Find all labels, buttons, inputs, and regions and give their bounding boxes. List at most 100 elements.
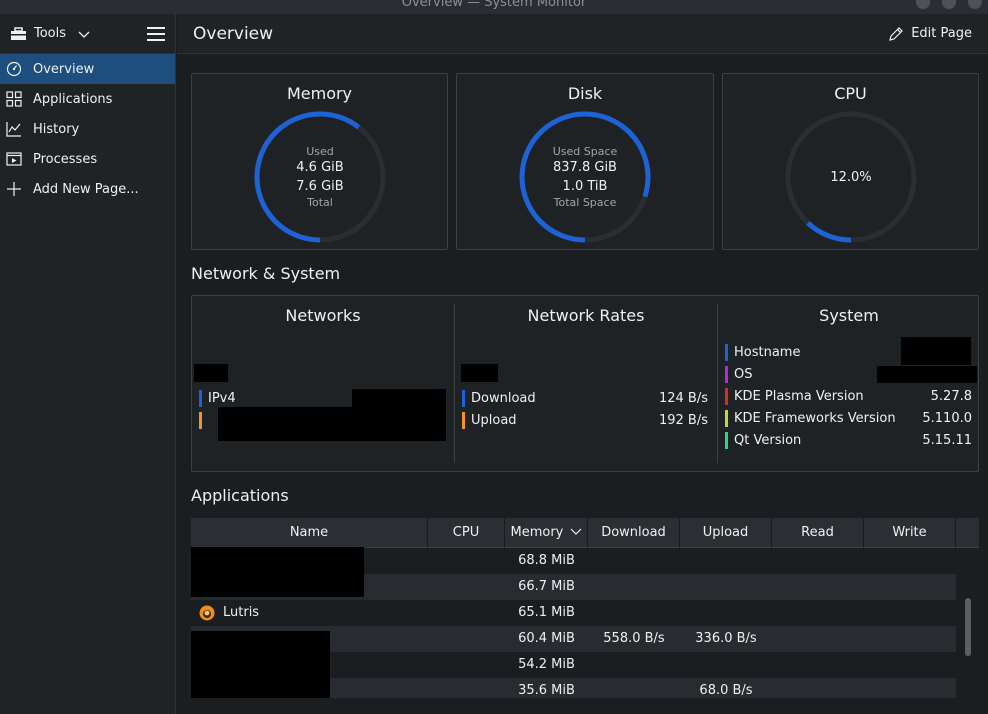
rate-row-value: 124 B/s — [658, 390, 708, 406]
page-header: Overview Edit Page — [177, 14, 988, 54]
system-row-frameworks: KDE Frameworks Version 5.110.0 — [725, 407, 972, 429]
cell-upload: 68.0 B/s — [699, 683, 753, 698]
system-row-plasma: KDE Plasma Version 5.27.8 — [725, 385, 972, 407]
edit-page-label: Edit Page — [911, 26, 972, 41]
lutris-icon — [199, 605, 215, 621]
disk-total-value: 1.0 TiB — [562, 179, 608, 194]
networks-column: Networks IPv4 — [192, 296, 454, 471]
redacted-block — [194, 364, 228, 382]
memory-total-value: 7.6 GiB — [296, 179, 344, 194]
window-title: Overview — System Monitor — [401, 0, 587, 10]
sidebar-item-history[interactable]: History — [0, 114, 175, 144]
plus-icon — [7, 182, 21, 196]
system-row-label: KDE Frameworks Version — [734, 410, 896, 426]
color-swatch — [725, 343, 728, 361]
system-row-label: Qt Version — [734, 432, 802, 448]
page-title: Overview — [193, 23, 274, 44]
memory-total-label: Total — [307, 196, 333, 209]
network-rates-title: Network Rates — [527, 306, 645, 325]
system-row-value: 5.110.0 — [922, 410, 972, 426]
cpu-card-title: CPU — [834, 84, 867, 103]
network-system-card: Networks IPv4 Network Rates Download 124… — [191, 295, 979, 472]
sidebar-toolbar: Tools — [0, 14, 175, 54]
column-header-read[interactable]: Read — [772, 518, 864, 548]
system-column: System Hostname OS KDE Plasma Version 5.… — [718, 296, 980, 471]
cpu-gauge: 12.0% — [785, 111, 917, 243]
cell-upload: 336.0 B/s — [695, 631, 757, 646]
column-header-write[interactable]: Write — [864, 518, 956, 548]
sidebar-item-label: Processes — [33, 151, 98, 167]
cell-memory: 66.7 MiB — [518, 579, 575, 594]
color-swatch — [462, 389, 465, 407]
window-titlebar: Overview — System Monitor — [0, 0, 988, 14]
rate-row-upload: Upload 192 B/s — [462, 409, 708, 431]
memory-used-value: 4.6 GiB — [296, 160, 344, 175]
color-swatch — [199, 411, 202, 429]
cpu-card: CPU 12.0% — [722, 73, 979, 250]
chevron-down-icon — [78, 31, 90, 38]
network-row-label: IPv4 — [208, 390, 236, 406]
applications-table: Name CPU Memory Download Upload Read Wri… — [191, 518, 979, 698]
system-row-value: 5.15.11 — [922, 432, 972, 448]
system-title: System — [819, 306, 879, 325]
system-row-label: OS — [734, 366, 753, 382]
disk-card: Disk Used Space 837.8 GiB 1.0 TiB Total … — [456, 73, 714, 250]
system-row-label: Hostname — [734, 344, 801, 360]
color-swatch — [725, 365, 728, 383]
rate-row-label: Download — [471, 390, 536, 406]
system-row-os: OS — [725, 363, 977, 385]
column-header-name[interactable]: Name — [191, 518, 428, 548]
cell-memory: 68.8 MiB — [518, 553, 575, 568]
sidebar-item-label: Add New Page... — [33, 181, 139, 197]
tools-label: Tools — [34, 26, 67, 41]
disk-card-title: Disk — [567, 84, 603, 103]
column-header-download[interactable]: Download — [588, 518, 680, 548]
redacted-value — [877, 366, 977, 383]
column-header-cpu[interactable]: CPU — [428, 518, 505, 548]
table-header: Name CPU Memory Download Upload Read Wri… — [191, 518, 979, 548]
network-row-ipv4: IPv4 — [199, 387, 447, 411]
system-row-qt: Qt Version 5.15.11 — [725, 429, 972, 451]
hamburger-menu-button[interactable] — [147, 26, 165, 41]
disk-total-label: Total Space — [553, 196, 617, 209]
sort-descending-icon — [570, 528, 581, 535]
redacted-value — [218, 407, 446, 441]
rate-row-download: Download 124 B/s — [462, 387, 708, 409]
system-row-label: KDE Plasma Version — [734, 388, 864, 404]
cell-name: Lutris — [199, 600, 428, 626]
sidebar-item-add-new-page[interactable]: Add New Page... — [0, 174, 175, 204]
app-name: Lutris — [223, 605, 260, 620]
table-scrollbar[interactable] — [961, 548, 979, 698]
disk-used-value: 837.8 GiB — [553, 160, 617, 175]
pencil-icon — [889, 26, 904, 41]
memory-card-title: Memory — [286, 84, 353, 103]
cell-memory: 35.6 MiB — [518, 683, 575, 698]
scrollbar-thumb[interactable] — [965, 598, 971, 656]
cell-memory: 60.4 MiB — [518, 631, 575, 646]
cell-memory: 54.2 MiB — [518, 657, 575, 672]
sidebar-item-applications[interactable]: Applications — [0, 84, 175, 114]
system-row-hostname: Hostname — [725, 337, 972, 365]
edit-page-button[interactable]: Edit Page — [888, 26, 972, 42]
rate-row-value: 192 B/s — [658, 412, 708, 428]
redacted-app-name — [191, 547, 364, 597]
overview-icon — [6, 61, 22, 77]
column-header-upload[interactable]: Upload — [680, 518, 772, 548]
sidebar-item-processes[interactable]: Processes — [0, 144, 175, 174]
history-icon — [6, 122, 21, 137]
sidebar-item-label: History — [33, 121, 80, 137]
applications-section-title: Applications — [191, 486, 289, 505]
column-header-memory[interactable]: Memory — [505, 518, 588, 548]
disk-used-label: Used Space — [552, 145, 618, 158]
redacted-value — [901, 337, 971, 365]
tools-menu-button[interactable]: Tools — [10, 26, 91, 41]
sidebar-item-overview[interactable]: Overview — [0, 54, 175, 84]
applications-icon — [6, 91, 22, 107]
memory-used-label: Used — [306, 145, 334, 158]
table-row[interactable]: Lutris 65.1 MiB — [191, 600, 956, 626]
cell-download: 558.0 B/s — [603, 631, 665, 646]
cell-memory: 65.1 MiB — [518, 605, 575, 620]
system-row-value: 5.27.8 — [930, 388, 972, 404]
color-swatch — [725, 431, 728, 449]
disk-gauge: Used Space 837.8 GiB 1.0 TiB Total Space — [519, 111, 651, 243]
